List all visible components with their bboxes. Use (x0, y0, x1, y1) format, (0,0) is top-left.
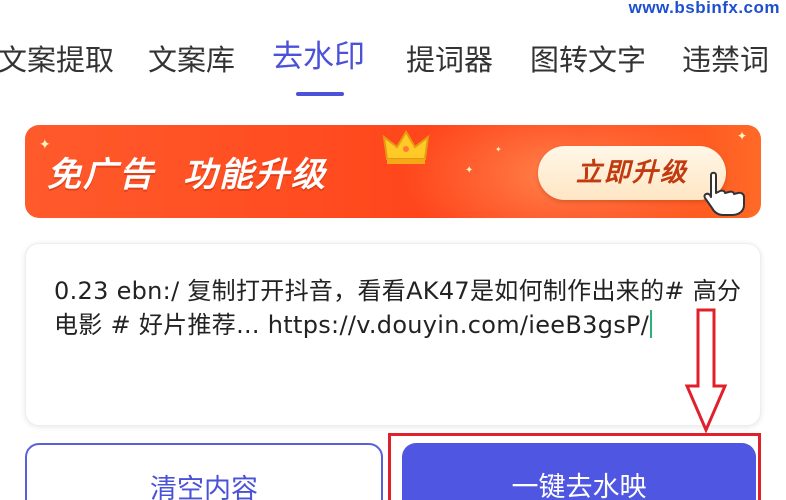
red-highlight-box-annotation (388, 433, 761, 500)
banner-text-no-ads: 免广告 (47, 155, 155, 195)
link-input-card[interactable]: 0.23 ebn:/ 复制打开抖音，看看AK47是如何制作出来的# 高分电影 #… (25, 243, 761, 426)
share-link-textarea[interactable]: 0.23 ebn:/ 复制打开抖音，看看AK47是如何制作出来的# 高分电影 #… (54, 274, 744, 342)
upgrade-now-button[interactable]: 立即升级 (538, 146, 726, 200)
text-caret (650, 310, 653, 338)
sparkle-icon: ✦ (737, 129, 748, 143)
tab-banned-words[interactable]: 违禁词 (682, 38, 769, 82)
red-down-arrow-annotation (684, 308, 728, 434)
share-link-value: 0.23 ebn:/ 复制打开抖音，看看AK47是如何制作出来的# 高分电影 #… (54, 277, 742, 339)
tab-copy-extract[interactable]: 文案提取 (0, 38, 114, 82)
crown-icon (382, 130, 430, 164)
active-tab-indicator (296, 92, 344, 96)
top-tab-bar: 文案提取 文案库 去水印 提词器 图转文字 违禁词 (0, 38, 786, 98)
tab-image-to-text[interactable]: 图转文字 (530, 38, 646, 82)
tab-copy-library[interactable]: 文案库 (148, 38, 235, 82)
banner-headline: 免广告 功能升级 (47, 147, 327, 196)
tab-remove-watermark[interactable]: 去水印 (272, 35, 365, 79)
sparkle-icon: ✦ (495, 145, 502, 154)
watermark-text: www.bsbinfx.com (628, 0, 780, 17)
tab-teleprompter[interactable]: 提词器 (406, 38, 493, 82)
clear-content-button[interactable]: 清空内容 (25, 443, 383, 500)
sparkle-icon: ✦ (465, 165, 474, 176)
upgrade-banner[interactable]: ✦ ✦ ✦ ✦ 免广告 功能升级 立即升级 (25, 125, 761, 218)
pointing-hand-icon (703, 171, 745, 216)
banner-text-upgrade: 功能升级 (183, 155, 327, 195)
